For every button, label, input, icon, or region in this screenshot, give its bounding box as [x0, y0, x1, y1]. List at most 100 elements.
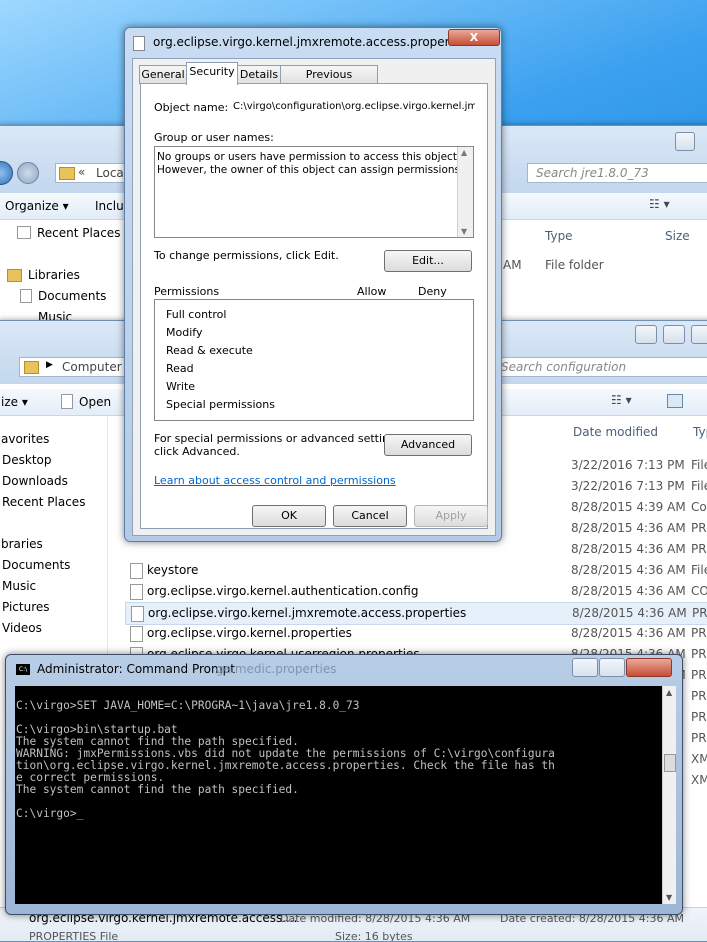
group-message-line-1: No groups or users have permission to ac… — [157, 151, 461, 163]
locked-file-icon — [131, 606, 144, 622]
forward-button[interactable] — [17, 162, 39, 184]
group-names-list[interactable]: No groups or users have permission to ac… — [154, 146, 474, 238]
edit-button[interactable]: Edit... — [384, 250, 472, 272]
explorer-config-minimize-button[interactable] — [635, 325, 657, 344]
console-scrollbar[interactable]: ▲ ▼ — [662, 686, 676, 904]
view-options-icon[interactable]: ☷ ▾ — [611, 393, 632, 407]
dialog-body: General Security Details Previous Versio… — [132, 58, 496, 536]
advanced-button[interactable]: Advanced — [384, 434, 472, 456]
table-row[interactable]: org.eclipse.virgo.kernel.jmxremote.acces… — [125, 602, 707, 625]
file-name: org.eclipse.virgo.kernel.properties — [147, 626, 352, 640]
tab-details[interactable]: Details — [237, 65, 281, 84]
permission-item: Read & execute — [166, 344, 253, 357]
nav-documents[interactable]: Documents — [2, 558, 70, 572]
file-name: org.eclipse.virgo.kernel.jmxremote.acces… — [148, 606, 467, 620]
view-options-icon[interactable]: ☷ ▾ — [649, 197, 670, 211]
nav-desktop[interactable]: Desktop — [2, 453, 52, 467]
table-row[interactable]: org.eclipse.virgo.kernel.authentication.… — [125, 581, 707, 602]
config-address-bar[interactable]: ▶ Computer — [19, 357, 131, 377]
table-row[interactable]: org.eclipse.virgo.kernel.properties 8/28/… — [125, 623, 707, 644]
include-button[interactable]: Inclu — [95, 199, 124, 213]
cancel-button[interactable]: Cancel — [333, 505, 407, 527]
file-type: Co — [691, 500, 707, 514]
file-type: PR — [692, 606, 707, 620]
cmd-icon: C:\ — [16, 664, 30, 675]
documents-icon — [20, 289, 32, 303]
libraries-icon — [7, 269, 22, 282]
permissions-label: Permissions — [154, 285, 220, 298]
table-row[interactable]: keystore 8/28/2015 4:36 AM File — [125, 560, 707, 581]
file-type: CO — [691, 584, 707, 598]
details-file-type: PROPERTIES File — [29, 930, 119, 942]
properties-dialog[interactable]: org.eclipse.virgo.kernel.jmxremote.acces… — [124, 27, 502, 542]
dialog-title-icon — [133, 36, 145, 51]
file-type: File — [691, 479, 707, 493]
folder-icon — [59, 167, 75, 180]
column-header-date-modified[interactable]: Date modified — [573, 425, 658, 439]
preview-pane-icon[interactable] — [667, 394, 683, 408]
console-line: C:\virgo>SET JAVA_HOME=C:\PROGRA~1\java\… — [16, 699, 360, 712]
cmd-title: Administrator: Command Prompt — [37, 662, 235, 676]
config-search-input[interactable]: Search configuration — [497, 357, 707, 377]
file-date: 3/22/2016 7:13 PM — [571, 458, 685, 472]
explorer-config-close-button[interactable] — [691, 325, 707, 344]
nav-pictures[interactable]: Pictures — [2, 600, 50, 614]
details-size: Size: 16 bytes — [335, 930, 413, 942]
ok-button[interactable]: OK — [252, 505, 326, 527]
table-row[interactable]: 8/28/2015 4:36 AM PR — [125, 539, 707, 560]
console-line: C:\virgo>_ — [16, 807, 84, 820]
organize-button[interactable]: ize ▾ — [1, 395, 28, 409]
cmd-maximize-button[interactable] — [599, 658, 625, 677]
nav-music[interactable]: Music — [2, 579, 36, 593]
special-permissions-text-2: click Advanced. — [154, 445, 240, 458]
nav-recent-places[interactable]: Recent Places — [2, 495, 85, 509]
tab-security[interactable]: Security — [186, 62, 238, 85]
file-name: org.eclipse.virgo.kernel.authentication.… — [147, 584, 419, 598]
cmd-behind-text: ge.medic.properties — [216, 662, 337, 676]
explorer-config-maximize-button[interactable] — [663, 325, 685, 344]
file-type: PR — [691, 731, 707, 745]
command-prompt-window[interactable]: C:\ Administrator: Command Prompt ge.med… — [5, 654, 683, 915]
scroll-thumb[interactable] — [664, 754, 676, 772]
cmd-minimize-button[interactable] — [572, 658, 598, 677]
nav-libraries[interactable]: Libraries — [7, 268, 80, 282]
row-type: File folder — [545, 258, 604, 272]
file-date: 8/28/2015 4:36 AM — [571, 626, 686, 640]
file-date: 8/28/2015 4:36 AM — [571, 521, 686, 535]
column-header-type[interactable]: Typ — [693, 425, 707, 439]
permission-item: Full control — [166, 308, 227, 321]
nav-libraries[interactable]: braries — [1, 537, 43, 551]
tab-general[interactable]: General — [139, 65, 187, 84]
permissions-list[interactable]: Full control Modify Read & execute Read Writ… — [154, 299, 474, 421]
column-header-size[interactable]: Size — [665, 229, 690, 243]
file-type: File — [691, 563, 707, 577]
search-placeholder: Search jre1.8.0_73 — [536, 166, 649, 180]
file-date: 8/28/2015 4:36 AM — [571, 542, 686, 556]
address-bar[interactable]: « Local — [55, 163, 127, 183]
nav-videos[interactable]: Videos — [2, 621, 42, 635]
apply-button[interactable]: Apply — [414, 505, 488, 527]
recent-places-icon — [17, 226, 31, 239]
file-type: XM — [691, 773, 707, 787]
nav-favorites[interactable]: avorites — [1, 432, 49, 446]
nav-downloads[interactable]: Downloads — [2, 474, 68, 488]
file-icon — [130, 584, 143, 600]
search-input[interactable]: Search jre1.8.0_73 — [527, 163, 707, 183]
change-permissions-text: To change permissions, click Edit. — [154, 249, 339, 262]
explorer-jre-minimize-button[interactable] — [675, 132, 695, 151]
nav-recent-places[interactable]: Recent Places — [17, 226, 120, 240]
tab-previous-versions[interactable]: Previous Versions — [280, 65, 378, 99]
deny-column-label: Deny — [418, 285, 447, 298]
dialog-close-button[interactable]: X — [448, 29, 500, 46]
column-header-type[interactable]: Type — [545, 229, 573, 243]
group-list-scrollbar[interactable]: ▲ ▼ — [457, 147, 473, 237]
cmd-close-button[interactable] — [626, 658, 672, 677]
permission-item: Write — [166, 380, 196, 393]
console-output[interactable]: C:\virgo>SET JAVA_HOME=C:\PROGRA~1\java\… — [15, 686, 662, 904]
nav-documents[interactable]: Documents — [20, 289, 106, 303]
scroll-up-icon: ▲ — [461, 148, 468, 157]
dialog-title: org.eclipse.virgo.kernel.jmxremote.acces… — [153, 35, 487, 49]
file-type: PR — [691, 521, 707, 535]
learn-permissions-link[interactable]: Learn about access control and permissio… — [154, 474, 396, 487]
organize-button[interactable]: Organize ▾ — [5, 199, 69, 213]
